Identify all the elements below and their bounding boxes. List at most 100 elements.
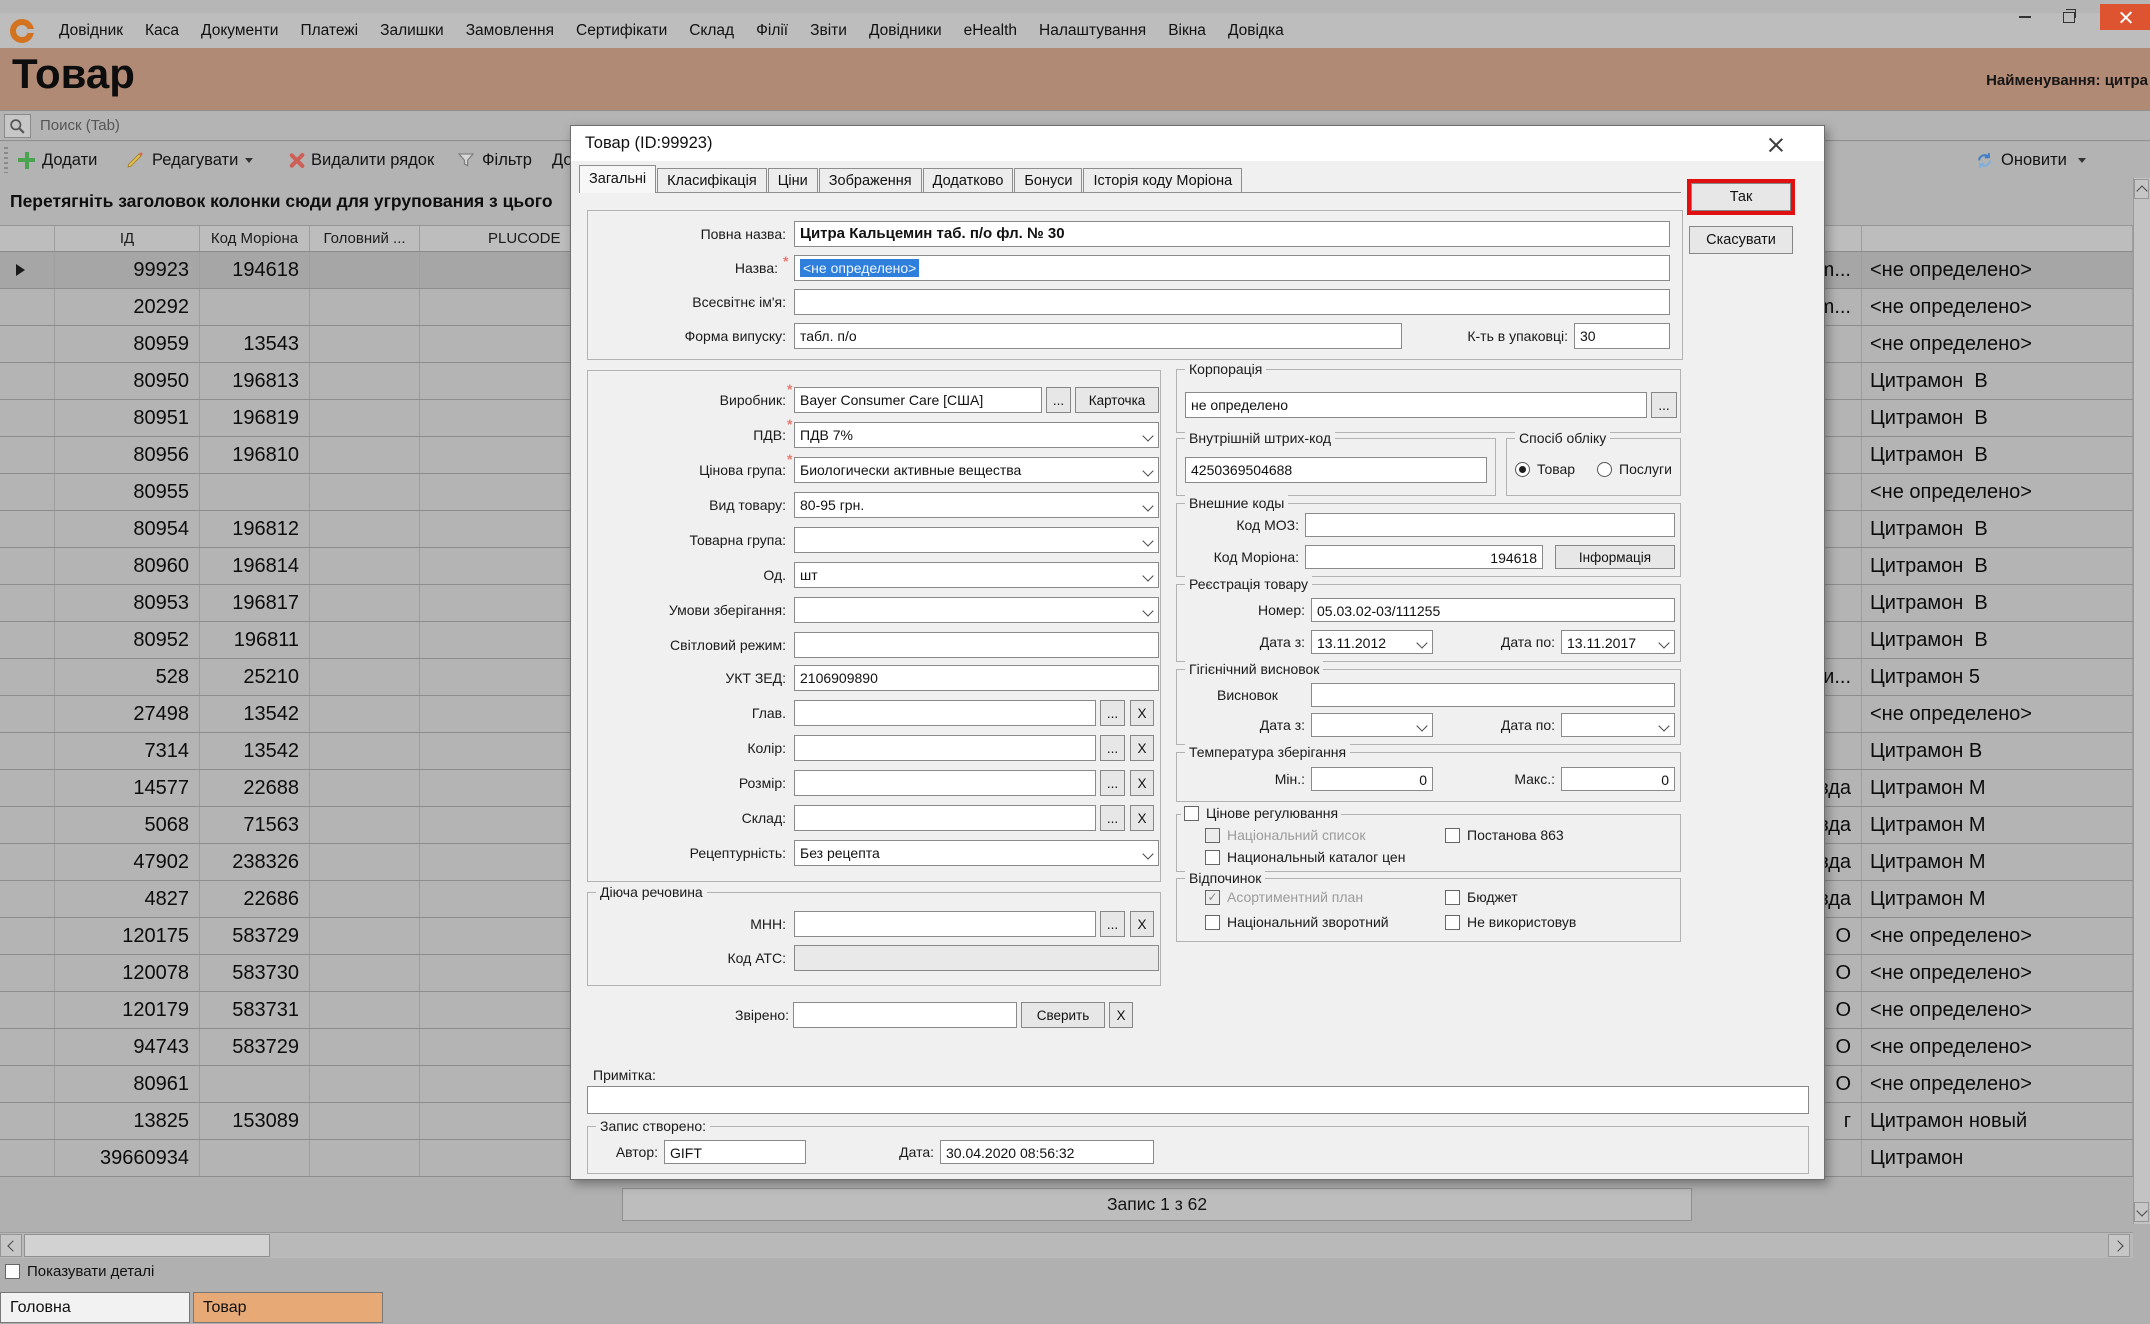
producer-browse-button[interactable]: ... [1046, 387, 1071, 413]
vat-select[interactable]: ПДВ 7% [794, 422, 1159, 448]
filter-button[interactable]: Фільтр [457, 142, 532, 178]
close-button[interactable] [2100, 4, 2150, 30]
menu-item-0[interactable]: Довідник [48, 14, 134, 47]
dialog-tab-6[interactable]: Історія коду Моріона [1083, 168, 1242, 193]
column-header-morion[interactable]: Код Моріона [200, 226, 310, 251]
reg-date-to-select[interactable]: 13.11.2017 [1561, 630, 1675, 654]
verify-button[interactable]: Сверить [1021, 1002, 1105, 1028]
created-date-field[interactable]: 30.04.2020 08:56:32 [940, 1140, 1154, 1164]
dialog-tab-2[interactable]: Ціни [768, 168, 818, 193]
reg-date-from-select[interactable]: 13.11.2012 [1311, 630, 1433, 654]
bottom-tab-1[interactable]: Товар [193, 1292, 383, 1323]
sklad-clear-button[interactable]: X [1130, 805, 1154, 831]
dialog-tab-5[interactable]: Бонуси [1014, 168, 1082, 193]
temp-max-field[interactable]: 0 [1561, 767, 1675, 791]
vertical-scrollbar[interactable] [2133, 178, 2150, 1224]
price-regulation-checkbox[interactable]: Цінове регулювання [1181, 805, 1341, 821]
toolbar-grip-handle[interactable] [4, 147, 8, 173]
menu-item-13[interactable]: Вікна [1157, 14, 1217, 47]
morion-code-field[interactable]: 194618 [1305, 545, 1543, 569]
menu-item-5[interactable]: Замовлення [455, 14, 565, 47]
dialog-tab-1[interactable]: Класифікація [657, 168, 767, 193]
resolution-863-checkbox[interactable]: Постанова 863 [1445, 827, 1564, 843]
refresh-button[interactable]: Оновити [1975, 142, 2086, 178]
glav-clear-button[interactable]: X [1130, 700, 1154, 726]
world-name-field[interactable] [794, 289, 1670, 315]
menu-item-3[interactable]: Платежі [289, 14, 369, 47]
add-button[interactable]: Додати [18, 142, 97, 178]
radio-poslugy[interactable]: Послуги [1597, 461, 1672, 477]
restore-button[interactable] [2052, 4, 2086, 30]
ok-button[interactable]: Так [1691, 183, 1791, 211]
dialog-tab-0[interactable]: Загальні [579, 165, 656, 193]
scroll-left-button[interactable] [0, 1234, 22, 1257]
per-pack-field[interactable]: 30 [1574, 323, 1670, 349]
menu-item-10[interactable]: Довідники [858, 14, 953, 47]
glav-browse-button[interactable]: ... [1100, 700, 1125, 726]
column-header-ind[interactable] [0, 226, 55, 251]
menu-item-2[interactable]: Документи [190, 14, 289, 47]
author-field[interactable]: GIFT [664, 1140, 806, 1164]
color-field[interactable] [794, 735, 1096, 761]
menu-item-12[interactable]: Налаштування [1028, 14, 1157, 47]
national-catalog-checkbox[interactable]: Национальный каталог цен [1205, 849, 1405, 865]
barcode-field[interactable]: 4250369504688 [1185, 457, 1487, 483]
minimize-button[interactable] [2008, 4, 2042, 30]
menu-item-7[interactable]: Склад [678, 14, 745, 47]
ukt-zed-field[interactable]: 2106909890 [794, 665, 1159, 691]
product-group-select[interactable] [794, 527, 1159, 553]
horizontal-scrollbar[interactable] [0, 1232, 2133, 1258]
menu-item-14[interactable]: Довідка [1217, 14, 1295, 47]
radio-tovar[interactable]: Товар [1515, 461, 1575, 477]
color-clear-button[interactable]: X [1130, 735, 1154, 761]
horizontal-scroll-thumb[interactable] [24, 1234, 270, 1257]
size-field[interactable] [794, 770, 1096, 796]
mnn-field[interactable] [794, 911, 1096, 937]
info-button[interactable]: Інформація [1555, 545, 1675, 569]
delete-row-button[interactable]: Видалити рядок [288, 142, 434, 178]
menu-item-1[interactable]: Каса [134, 14, 190, 47]
column-header-main[interactable]: Головний ... [310, 226, 420, 251]
note-field[interactable] [587, 1086, 1809, 1114]
color-browse-button[interactable]: ... [1100, 735, 1125, 761]
column-header-name[interactable] [1862, 226, 2133, 251]
hyg-date-to-select[interactable] [1561, 713, 1675, 737]
price-group-select[interactable]: Биологически активные вещества [794, 457, 1159, 483]
dialog-close-button[interactable] [1763, 133, 1787, 155]
sklad-browse-button[interactable]: ... [1100, 805, 1125, 831]
hyg-date-from-select[interactable] [1311, 713, 1433, 737]
release-form-field[interactable]: табл. п/о [794, 323, 1402, 349]
scroll-right-button[interactable] [2108, 1234, 2130, 1257]
sklad-field[interactable] [794, 805, 1096, 831]
size-browse-button[interactable]: ... [1100, 770, 1125, 796]
corporation-field[interactable]: не определено [1185, 392, 1647, 418]
reg-number-field[interactable]: 05.03.02-03/111255 [1311, 598, 1675, 622]
dialog-tab-4[interactable]: Додатково [923, 168, 1014, 193]
column-header-id[interactable]: ІД [55, 226, 200, 251]
menu-item-4[interactable]: Залишки [369, 14, 455, 47]
scroll-down-button[interactable] [2134, 1202, 2149, 1222]
storage-conditions-select[interactable] [794, 597, 1159, 623]
budget-checkbox[interactable]: Бюджет [1445, 889, 1518, 905]
light-mode-field[interactable] [794, 632, 1159, 658]
glav-field[interactable] [794, 700, 1096, 726]
size-clear-button[interactable]: X [1130, 770, 1154, 796]
not-used-checkbox[interactable]: Не використовув [1445, 914, 1576, 930]
mnn-clear-button[interactable]: X [1130, 911, 1154, 937]
conclusion-field[interactable] [1311, 683, 1675, 707]
corporation-browse-button[interactable]: ... [1651, 392, 1677, 418]
menu-item-9[interactable]: Звіти [799, 14, 858, 47]
verified-field[interactable] [793, 1002, 1017, 1028]
producer-card-button[interactable]: Карточка [1075, 387, 1159, 413]
menu-item-8[interactable]: Філії [745, 14, 799, 47]
verify-clear-button[interactable]: X [1109, 1002, 1133, 1028]
prescription-select[interactable]: Без рецепта [794, 840, 1159, 866]
national-return-checkbox[interactable]: Національний зворотний [1205, 914, 1389, 930]
unit-select[interactable]: шт [794, 562, 1159, 588]
edit-button[interactable]: Редагувати [125, 142, 253, 178]
show-details-checkbox[interactable]: Показувати деталі [5, 1263, 154, 1280]
cancel-button[interactable]: Скасувати [1689, 226, 1793, 254]
menu-item-11[interactable]: eHealth [953, 14, 1028, 47]
bottom-tab-0[interactable]: Головна [0, 1292, 190, 1323]
moz-code-field[interactable] [1305, 513, 1675, 537]
